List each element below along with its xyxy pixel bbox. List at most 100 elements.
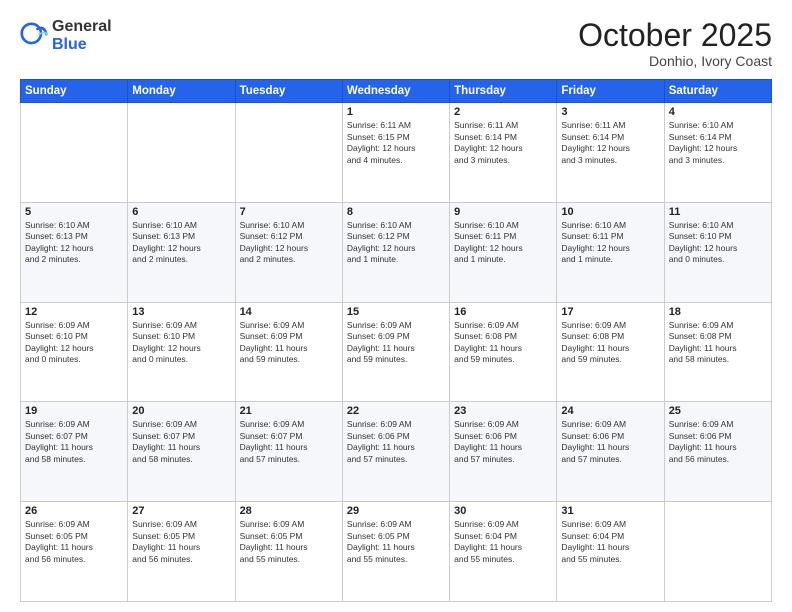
day-number: 12	[25, 306, 123, 318]
calendar-cell: 17 Sunrise: 6:09 AM Sunset: 6:08 PM Dayli…	[557, 302, 664, 402]
day-number: 27	[132, 505, 230, 517]
day-number: 22	[347, 405, 445, 417]
day-info: Sunrise: 6:09 AM Sunset: 6:05 PM Dayligh…	[347, 519, 445, 565]
day-info: Sunrise: 6:09 AM Sunset: 6:04 PM Dayligh…	[454, 519, 552, 565]
calendar-cell: 10Sunrise: 6:10 AM Sunset: 6:11 PM Dayli…	[557, 202, 664, 302]
weekday-header-monday: Monday	[128, 80, 235, 103]
calendar-cell: 30 Sunrise: 6:09 AM Sunset: 6:04 PM Dayli…	[450, 502, 557, 602]
calendar-cell: 22 Sunrise: 6:09 AM Sunset: 6:06 PM Dayli…	[342, 402, 449, 502]
day-number: 10	[561, 206, 659, 218]
calendar-cell: 29 Sunrise: 6:09 AM Sunset: 6:05 PM Dayli…	[342, 502, 449, 602]
day-number: 1	[347, 106, 445, 118]
calendar-cell	[235, 103, 342, 203]
day-number: 18	[669, 306, 767, 318]
calendar-cell: 18 Sunrise: 6:09 AM Sunset: 6:08 PM Dayli…	[664, 302, 771, 402]
title-block: October 2025 Donhio, Ivory Coast	[578, 18, 772, 69]
calendar-cell: 25Sunrise: 6:09 AM Sunset: 6:06 PM Dayli…	[664, 402, 771, 502]
calendar-cell: 28 Sunrise: 6:09 AM Sunset: 6:05 PM Dayli…	[235, 502, 342, 602]
day-info: Sunrise: 6:09 AM Sunset: 6:08 PM Dayligh…	[454, 320, 552, 366]
day-number: 11	[669, 206, 767, 218]
calendar-cell: 1 Sunrise: 6:11 AM Sunset: 6:15 PM Daylig…	[342, 103, 449, 203]
day-number: 19	[25, 405, 123, 417]
calendar-cell: 16 Sunrise: 6:09 AM Sunset: 6:08 PM Dayli…	[450, 302, 557, 402]
weekday-header-sunday: Sunday	[21, 80, 128, 103]
calendar-cell: 11 Sunrise: 6:10 AM Sunset: 6:10 PM Dayli…	[664, 202, 771, 302]
calendar-cell: 19Sunrise: 6:09 AM Sunset: 6:07 PM Dayli…	[21, 402, 128, 502]
calendar-cell: 2Sunrise: 6:11 AM Sunset: 6:14 PM Daylig…	[450, 103, 557, 203]
calendar-cell: 14 Sunrise: 6:09 AM Sunset: 6:09 PM Dayli…	[235, 302, 342, 402]
calendar-table: SundayMondayTuesdayWednesdayThursdayFrid…	[20, 79, 772, 602]
day-number: 4	[669, 106, 767, 118]
calendar-week-1: 1 Sunrise: 6:11 AM Sunset: 6:15 PM Daylig…	[21, 103, 772, 203]
day-number: 14	[240, 306, 338, 318]
day-info: Sunrise: 6:09 AM Sunset: 6:05 PM Dayligh…	[132, 519, 230, 565]
logo-blue-text: Blue	[52, 36, 112, 54]
day-number: 6	[132, 206, 230, 218]
calendar-cell	[664, 502, 771, 602]
day-number: 13	[132, 306, 230, 318]
day-number: 23	[454, 405, 552, 417]
day-info: Sunrise: 6:09 AM Sunset: 6:10 PM Dayligh…	[132, 320, 230, 366]
calendar-cell: 12 Sunrise: 6:09 AM Sunset: 6:10 PM Dayli…	[21, 302, 128, 402]
day-number: 24	[561, 405, 659, 417]
day-info: Sunrise: 6:09 AM Sunset: 6:06 PM Dayligh…	[561, 419, 659, 465]
day-info: Sunrise: 6:10 AM Sunset: 6:13 PM Dayligh…	[25, 220, 123, 266]
weekday-header-saturday: Saturday	[664, 80, 771, 103]
calendar-week-5: 26Sunrise: 6:09 AM Sunset: 6:05 PM Dayli…	[21, 502, 772, 602]
day-info: Sunrise: 6:10 AM Sunset: 6:10 PM Dayligh…	[669, 220, 767, 266]
calendar-cell: 3 Sunrise: 6:11 AM Sunset: 6:14 PM Daylig…	[557, 103, 664, 203]
day-info: Sunrise: 6:09 AM Sunset: 6:05 PM Dayligh…	[240, 519, 338, 565]
day-info: Sunrise: 6:10 AM Sunset: 6:11 PM Dayligh…	[454, 220, 552, 266]
weekday-header-row: SundayMondayTuesdayWednesdayThursdayFrid…	[21, 80, 772, 103]
day-number: 29	[347, 505, 445, 517]
calendar-cell: 26Sunrise: 6:09 AM Sunset: 6:05 PM Dayli…	[21, 502, 128, 602]
calendar-week-2: 5 Sunrise: 6:10 AM Sunset: 6:13 PM Daylig…	[21, 202, 772, 302]
day-info: Sunrise: 6:09 AM Sunset: 6:07 PM Dayligh…	[240, 419, 338, 465]
calendar-cell: 20Sunrise: 6:09 AM Sunset: 6:07 PM Dayli…	[128, 402, 235, 502]
calendar-cell: 6Sunrise: 6:10 AM Sunset: 6:13 PM Daylig…	[128, 202, 235, 302]
day-info: Sunrise: 6:09 AM Sunset: 6:06 PM Dayligh…	[454, 419, 552, 465]
calendar-cell: 23 Sunrise: 6:09 AM Sunset: 6:06 PM Dayli…	[450, 402, 557, 502]
calendar-location: Donhio, Ivory Coast	[578, 53, 772, 69]
calendar-cell: 5 Sunrise: 6:10 AM Sunset: 6:13 PM Daylig…	[21, 202, 128, 302]
logo-text: General Blue	[52, 18, 112, 53]
calendar-title: October 2025	[578, 18, 772, 53]
calendar-cell: 31Sunrise: 6:09 AM Sunset: 6:04 PM Dayli…	[557, 502, 664, 602]
day-info: Sunrise: 6:10 AM Sunset: 6:12 PM Dayligh…	[347, 220, 445, 266]
calendar-cell: 27 Sunrise: 6:09 AM Sunset: 6:05 PM Dayli…	[128, 502, 235, 602]
calendar-cell	[128, 103, 235, 203]
calendar-body: 1 Sunrise: 6:11 AM Sunset: 6:15 PM Daylig…	[21, 103, 772, 602]
day-number: 16	[454, 306, 552, 318]
logo: General Blue	[20, 18, 112, 53]
day-number: 20	[132, 405, 230, 417]
day-number: 3	[561, 106, 659, 118]
day-number: 9	[454, 206, 552, 218]
day-info: Sunrise: 6:09 AM Sunset: 6:08 PM Dayligh…	[561, 320, 659, 366]
day-number: 15	[347, 306, 445, 318]
day-info: Sunrise: 6:11 AM Sunset: 6:14 PM Dayligh…	[561, 120, 659, 166]
calendar-cell: 8Sunrise: 6:10 AM Sunset: 6:12 PM Daylig…	[342, 202, 449, 302]
day-info: Sunrise: 6:11 AM Sunset: 6:15 PM Dayligh…	[347, 120, 445, 166]
weekday-header-friday: Friday	[557, 80, 664, 103]
day-info: Sunrise: 6:09 AM Sunset: 6:08 PM Dayligh…	[669, 320, 767, 366]
day-info: Sunrise: 6:09 AM Sunset: 6:05 PM Dayligh…	[25, 519, 123, 565]
weekday-header-wednesday: Wednesday	[342, 80, 449, 103]
day-number: 5	[25, 206, 123, 218]
calendar-cell: 13 Sunrise: 6:09 AM Sunset: 6:10 PM Dayli…	[128, 302, 235, 402]
day-number: 7	[240, 206, 338, 218]
calendar-cell: 9 Sunrise: 6:10 AM Sunset: 6:11 PM Daylig…	[450, 202, 557, 302]
day-number: 25	[669, 405, 767, 417]
day-number: 17	[561, 306, 659, 318]
day-info: Sunrise: 6:09 AM Sunset: 6:10 PM Dayligh…	[25, 320, 123, 366]
day-number: 30	[454, 505, 552, 517]
header: General Blue October 2025 Donhio, Ivory …	[20, 18, 772, 69]
day-number: 28	[240, 505, 338, 517]
day-info: Sunrise: 6:09 AM Sunset: 6:06 PM Dayligh…	[347, 419, 445, 465]
calendar-cell: 15Sunrise: 6:09 AM Sunset: 6:09 PM Dayli…	[342, 302, 449, 402]
weekday-header-tuesday: Tuesday	[235, 80, 342, 103]
day-info: Sunrise: 6:10 AM Sunset: 6:12 PM Dayligh…	[240, 220, 338, 266]
day-info: Sunrise: 6:09 AM Sunset: 6:09 PM Dayligh…	[240, 320, 338, 366]
day-info: Sunrise: 6:11 AM Sunset: 6:14 PM Dayligh…	[454, 120, 552, 166]
day-number: 31	[561, 505, 659, 517]
calendar-header: SundayMondayTuesdayWednesdayThursdayFrid…	[21, 80, 772, 103]
